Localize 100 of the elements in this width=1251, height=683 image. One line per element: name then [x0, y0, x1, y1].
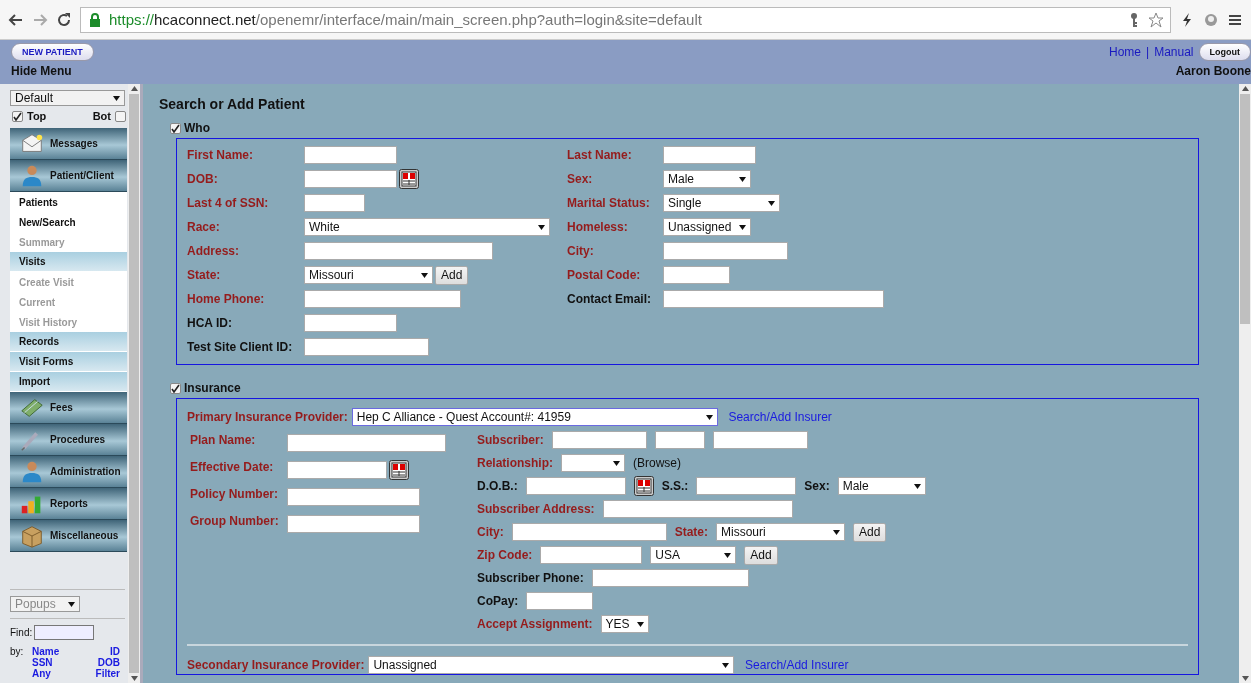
by-label: by:: [10, 646, 25, 657]
extension-icon[interactable]: [1203, 11, 1219, 28]
text-field[interactable]: [287, 488, 420, 506]
dropdown[interactable]: Unassigned: [368, 656, 735, 674]
menu-section[interactable]: Import: [10, 372, 127, 392]
text-field[interactable]: [287, 515, 420, 533]
checkbox-label: Top: [27, 110, 47, 122]
caret-icon: [724, 552, 732, 558]
checkbox[interactable]: [170, 122, 181, 134]
calendar-icon[interactable]: [399, 169, 419, 189]
add-button[interactable]: Add: [853, 522, 887, 542]
menu-item[interactable]: Messages: [10, 128, 127, 160]
field-label: Relationship:: [477, 456, 553, 470]
text-field[interactable]: [712, 431, 808, 449]
menu-section[interactable]: Visits: [10, 252, 127, 272]
date-field[interactable]: [304, 170, 397, 188]
text-field[interactable]: [511, 523, 667, 541]
hide-menu-link[interactable]: Hide Menu: [11, 64, 72, 78]
caret-icon: [636, 621, 644, 627]
scroll-down-icon[interactable]: [1241, 676, 1249, 681]
text-field[interactable]: [304, 290, 461, 308]
section-title: Who: [184, 121, 210, 135]
add-button[interactable]: Add: [435, 265, 469, 285]
search-by-link[interactable]: ID: [76, 646, 120, 657]
search-insurer-link[interactable]: Search/Add Insurer: [721, 410, 832, 424]
add-button[interactable]: Add: [744, 545, 778, 565]
text-field[interactable]: [696, 477, 797, 495]
menu-item[interactable]: Procedures: [10, 424, 127, 456]
menu-section[interactable]: Records: [10, 332, 127, 352]
dropdown[interactable]: Male: [663, 170, 751, 188]
submenu-item[interactable]: Patients: [10, 192, 127, 212]
search-by-link[interactable]: Any: [32, 668, 76, 679]
text-field[interactable]: [525, 477, 626, 495]
text-field[interactable]: [602, 500, 793, 518]
star-icon[interactable]: [1148, 11, 1164, 28]
search-insurer-link[interactable]: Search/Add Insurer: [738, 658, 849, 672]
text-field[interactable]: [304, 242, 493, 260]
search-by-link[interactable]: SSN: [32, 657, 76, 668]
address-bar[interactable]: https://hcaconnect.net/openemr/interface/main/main_screen.php?auth=login&site=default: [80, 6, 1171, 33]
menu-item[interactable]: Reports: [10, 488, 127, 520]
text-field[interactable]: [551, 431, 647, 449]
text-field[interactable]: [287, 434, 446, 452]
dropdown[interactable]: [561, 454, 625, 472]
checkbox[interactable]: [115, 110, 126, 122]
field-label: Contact Email:: [567, 292, 652, 306]
scroll-down-icon[interactable]: [130, 676, 138, 681]
url-text: https://hcaconnect.net/openemr/interface/main/main_screen.php?auth=login&site=default: [109, 11, 702, 28]
dropdown[interactable]: Hep C Alliance - Quest Account#: 41959: [351, 408, 718, 426]
dropdown[interactable]: Missouri: [716, 523, 845, 541]
text-field[interactable]: [304, 194, 365, 212]
dropdown[interactable]: White: [304, 218, 550, 236]
text-field[interactable]: [540, 546, 643, 564]
text-field[interactable]: [526, 592, 594, 610]
dropdown[interactable]: Missouri: [304, 266, 433, 284]
dropdown[interactable]: YES: [600, 615, 649, 633]
checkbox[interactable]: [12, 110, 23, 122]
reload-icon[interactable]: [56, 11, 72, 28]
text-field[interactable]: [654, 431, 705, 449]
menu-section[interactable]: Visit Forms: [10, 352, 127, 372]
search-by-link[interactable]: Filter: [76, 668, 120, 679]
text-field[interactable]: [663, 242, 788, 260]
checkbox[interactable]: [170, 382, 181, 394]
caret-icon: [113, 95, 120, 101]
menu-item[interactable]: Miscellaneous: [10, 520, 127, 552]
forward-icon[interactable]: [32, 11, 48, 28]
logout-button[interactable]: Logout: [1198, 43, 1251, 61]
search-by-link[interactable]: Name: [32, 646, 76, 657]
dropdown[interactable]: Male: [837, 477, 926, 495]
text-field[interactable]: [663, 146, 756, 164]
text-field[interactable]: [663, 266, 730, 284]
text-field[interactable]: [663, 290, 884, 308]
link-separator: |: [1146, 45, 1150, 59]
caret-icon: [538, 224, 545, 230]
menu-item[interactable]: Patient/Client: [10, 160, 127, 192]
dropdown[interactable]: Unassigned: [663, 218, 751, 236]
menu-item[interactable]: Fees: [10, 392, 127, 424]
dropdown[interactable]: Single: [663, 194, 780, 212]
date-field[interactable]: [287, 461, 387, 479]
scroll-up-icon[interactable]: [1241, 86, 1249, 91]
search-by-link[interactable]: DOB: [76, 657, 120, 668]
manual-link[interactable]: Manual: [1154, 45, 1194, 59]
view-dropdown[interactable]: Default: [10, 90, 125, 106]
submenu-item[interactable]: New/Search: [10, 212, 127, 232]
home-link[interactable]: Home: [1109, 45, 1141, 59]
field-label: Policy Number:: [190, 487, 280, 503]
calendar-icon[interactable]: [389, 460, 409, 480]
text-field[interactable]: [304, 146, 397, 164]
calendar-icon[interactable]: [633, 476, 654, 496]
text-field[interactable]: [304, 338, 429, 356]
field-label: Primary Insurance Provider:: [187, 410, 348, 424]
new-patient-button[interactable]: NEW PATIENT: [11, 43, 94, 61]
back-icon[interactable]: [8, 11, 24, 28]
menu-item[interactable]: Administration: [10, 456, 127, 488]
sidebar-scrollbar[interactable]: [128, 84, 140, 683]
find-field[interactable]: [34, 625, 95, 640]
text-field[interactable]: [591, 569, 749, 587]
text-field[interactable]: [304, 314, 397, 332]
scroll-up-icon[interactable]: [130, 86, 138, 91]
page-scrollbar[interactable]: [1239, 84, 1251, 683]
dropdown[interactable]: USA: [650, 546, 737, 564]
